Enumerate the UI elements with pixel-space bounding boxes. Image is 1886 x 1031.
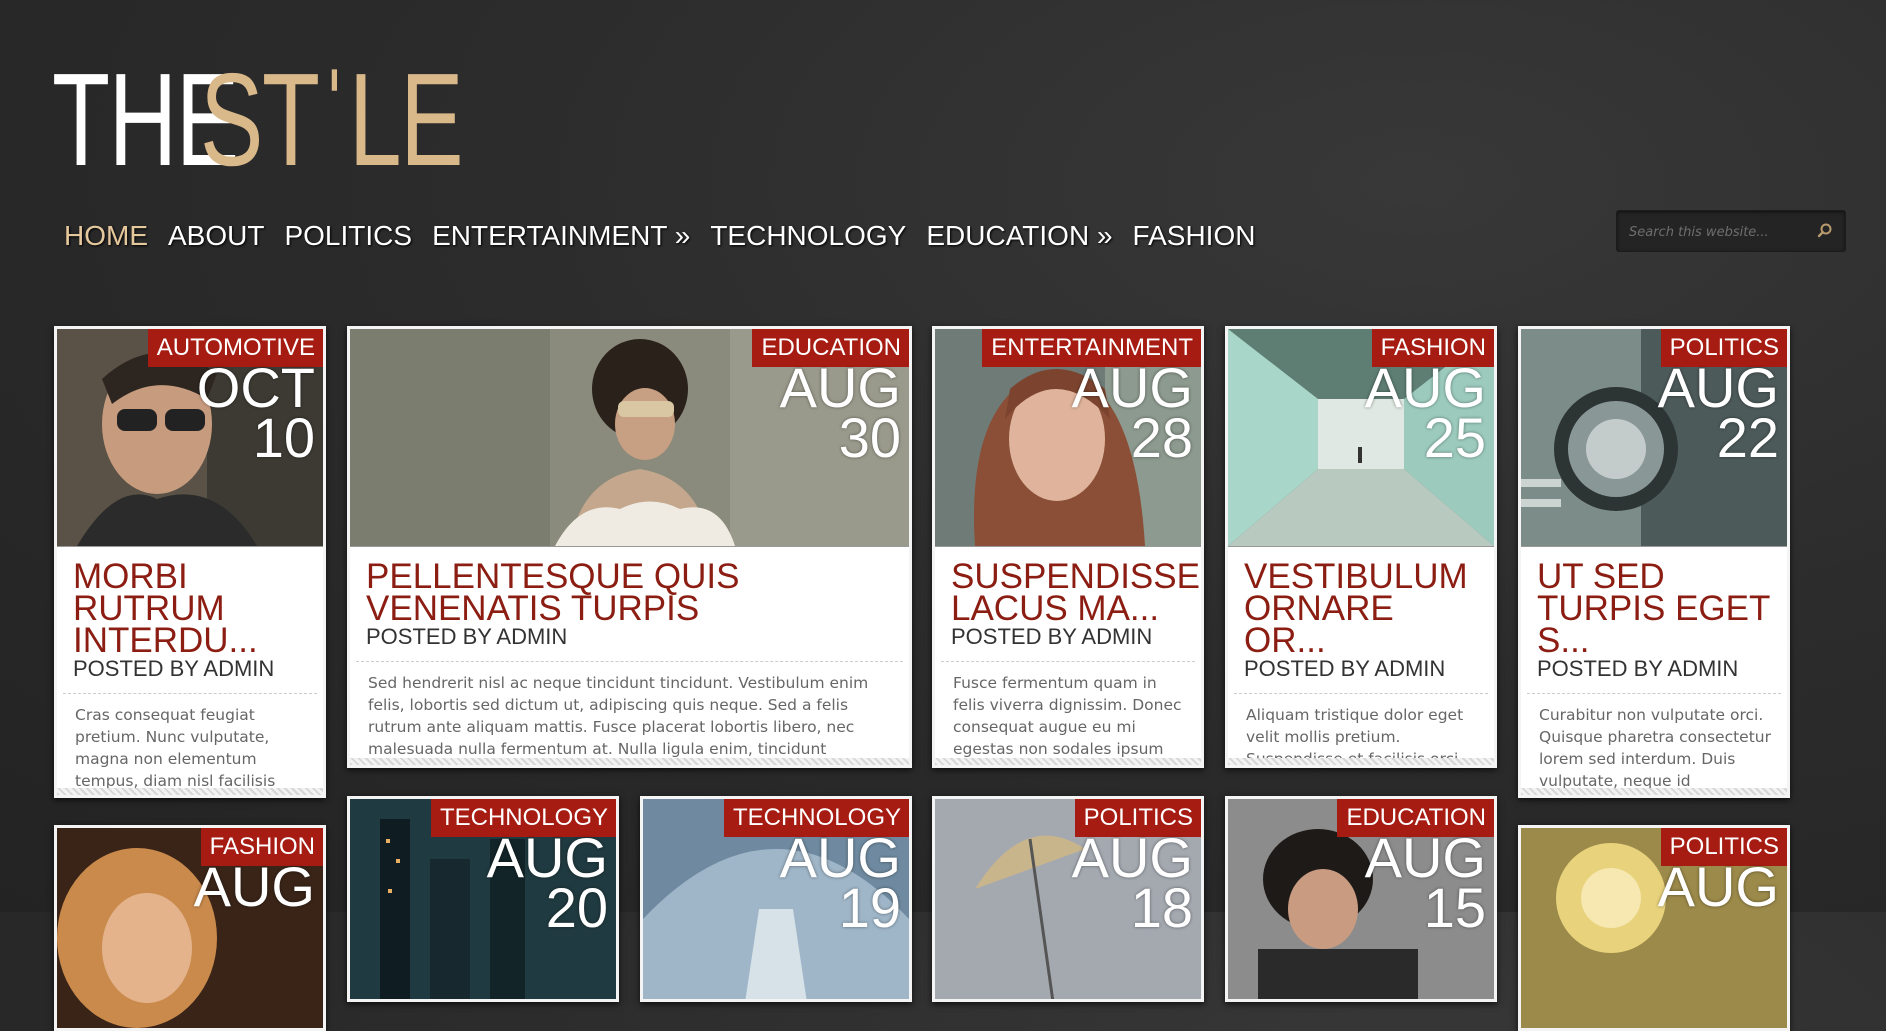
post-card[interactable]: POLITICS AUG: [1518, 825, 1790, 1031]
post-date: AUG: [1657, 855, 1779, 918]
search-box: [1616, 210, 1846, 252]
post-byline: POSTED BY ADMIN: [73, 656, 275, 681]
post-excerpt: Cras consequat feugiat pretium. Nunc vul…: [75, 706, 276, 790]
divider: [941, 661, 1195, 662]
divider: [1234, 693, 1488, 694]
post-date: AUG 15: [1365, 830, 1486, 939]
post-thumbnail[interactable]: AUTOMOTIVE OCT 10: [57, 329, 323, 547]
post-date-day: 19: [838, 876, 901, 939]
divider: [356, 661, 903, 662]
post-date-day: 28: [1130, 406, 1193, 469]
card-stripe: [935, 758, 1201, 765]
post-thumbnail[interactable]: ENTERTAINMENT AUG 28: [935, 329, 1201, 547]
post-date: AUG 25: [1365, 360, 1486, 469]
post-date: OCT 10: [197, 360, 315, 469]
post-date-day: 25: [1423, 406, 1486, 469]
post-byline: POSTED BY ADMIN: [366, 624, 568, 649]
search-input[interactable]: [1627, 221, 1801, 243]
post-thumbnail[interactable]: POLITICS AUG 22: [1521, 329, 1787, 547]
post-title[interactable]: VESTIBULUM ORNARE OR...: [1244, 559, 1484, 658]
post-date: AUG: [193, 855, 315, 918]
post-date-day: 20: [545, 876, 608, 939]
post-date-month: AUG: [1657, 855, 1779, 918]
nav-item-entertainment[interactable]: ENTERTAINMENT »: [432, 220, 690, 252]
post-thumbnail[interactable]: POLITICS AUG 18: [935, 799, 1201, 999]
post-date: AUG 20: [487, 830, 608, 939]
main-nav: HOME ABOUT POLITICS ENTERTAINMENT » TECH…: [54, 220, 1265, 252]
post-excerpt: Sed hendrerit nisl ac neque tincidunt ti…: [368, 674, 869, 758]
post-title[interactable]: SUSPENDISSE LACUS MA...: [951, 559, 1200, 626]
post-date: AUG 19: [780, 830, 901, 939]
post-date-day: 10: [252, 406, 315, 469]
post-date-day: 22: [1716, 406, 1779, 469]
post-card[interactable]: TECHNOLOGY AUG 20: [347, 796, 619, 1002]
post-thumbnail[interactable]: FASHION AUG: [57, 828, 323, 1028]
post-byline: POSTED BY ADMIN: [1537, 656, 1739, 681]
post-date: AUG 22: [1658, 360, 1779, 469]
post-thumbnail[interactable]: EDUCATION AUG 30: [350, 329, 909, 547]
card-stripe: [1228, 758, 1494, 765]
post-byline: POSTED BY ADMIN: [951, 624, 1153, 649]
post-thumbnail[interactable]: POLITICS AUG: [1521, 828, 1787, 1028]
post-date: AUG 28: [1072, 360, 1193, 469]
post-card[interactable]: POLITICS AUG 22 UT SED TURPIS EGET S... …: [1518, 326, 1790, 798]
divider: [63, 693, 317, 694]
post-card[interactable]: FASHION AUG 25 VESTIBULUM ORNARE OR... P…: [1225, 326, 1497, 768]
post-byline: POSTED BY ADMIN: [1244, 656, 1446, 681]
card-stripe: [1521, 788, 1787, 795]
post-thumbnail[interactable]: EDUCATION AUG 15: [1228, 799, 1494, 999]
post-thumbnail[interactable]: TECHNOLOGY AUG 19: [643, 799, 909, 999]
nav-item-home[interactable]: HOME: [64, 220, 148, 252]
nav-item-technology[interactable]: TECHNOLOGY: [710, 220, 906, 252]
post-card[interactable]: POLITICS AUG 18: [932, 796, 1204, 1002]
post-card[interactable]: EDUCATION AUG 15: [1225, 796, 1497, 1002]
card-stripe: [57, 788, 323, 795]
post-date-day: 30: [838, 406, 901, 469]
search-icon[interactable]: [1815, 221, 1835, 241]
post-excerpt: Fusce fermentum quam in felis viverra di…: [953, 674, 1182, 758]
post-title[interactable]: UT SED TURPIS EGET S...: [1537, 559, 1777, 658]
post-thumbnail[interactable]: TECHNOLOGY AUG 20: [350, 799, 616, 999]
post-excerpt: Curabitur non vulputate orci. Quisque ph…: [1539, 706, 1771, 790]
nav-item-fashion[interactable]: FASHION: [1133, 220, 1256, 252]
post-title[interactable]: MORBI RUTRUM INTERDU...: [73, 559, 313, 658]
nav-item-about[interactable]: ABOUT: [168, 220, 264, 252]
post-date-day: 18: [1130, 876, 1193, 939]
logo-text-part2: STˈLE: [200, 45, 464, 193]
post-card[interactable]: ENTERTAINMENT AUG 28 SUSPENDISSE LACUS M…: [932, 326, 1204, 768]
post-date: AUG 18: [1072, 830, 1193, 939]
post-card[interactable]: AUTOMOTIVE OCT 10 MORBI RUTRUM INTERDU..…: [54, 326, 326, 798]
post-card[interactable]: EDUCATION AUG 30 PELLENTESQUE QUIS VENEN…: [347, 326, 912, 768]
post-date-month: AUG: [193, 855, 315, 918]
site-logo[interactable]: THE STˈLE: [52, 52, 564, 187]
nav-item-education[interactable]: EDUCATION »: [926, 220, 1112, 252]
post-title[interactable]: PELLENTESQUE QUIS VENENATIS TURPIS: [366, 559, 899, 626]
post-date: AUG 30: [780, 360, 901, 469]
post-thumbnail[interactable]: FASHION AUG 25: [1228, 329, 1494, 547]
divider: [1527, 693, 1781, 694]
post-date-day: 15: [1423, 876, 1486, 939]
nav-item-politics[interactable]: POLITICS: [284, 220, 412, 252]
card-stripe: [350, 758, 909, 765]
post-card[interactable]: TECHNOLOGY AUG 19: [640, 796, 912, 1002]
post-card[interactable]: FASHION AUG: [54, 825, 326, 1031]
